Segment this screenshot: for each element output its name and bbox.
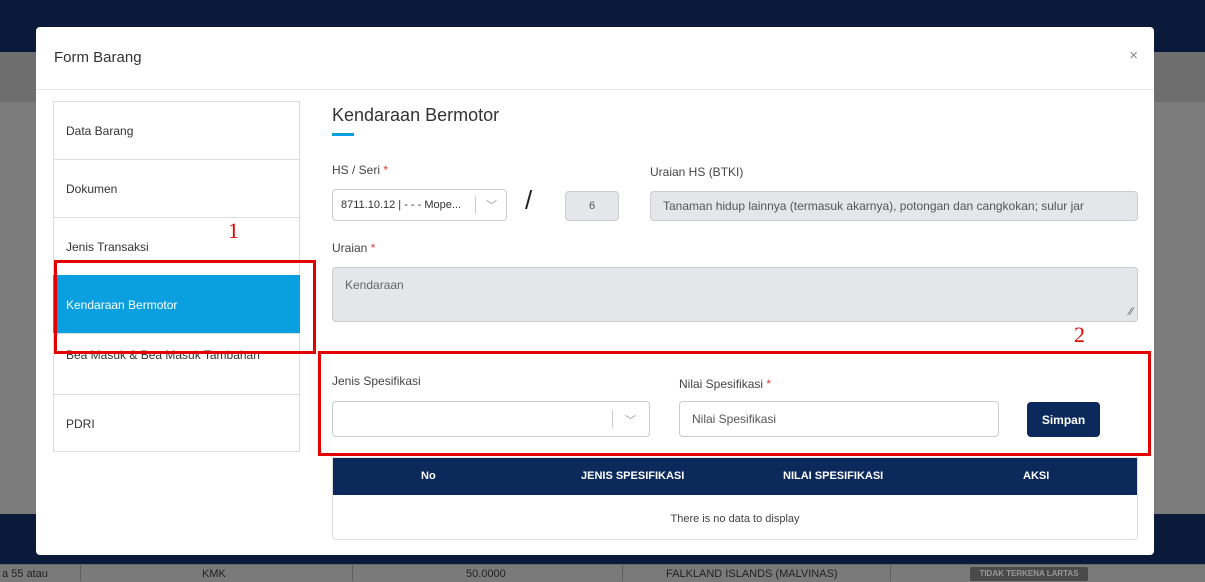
nav-item-label: Data Barang [66,124,134,138]
nav-item-label: Dokumen [66,182,118,196]
table-header: No JENIS SPESIFIKASI NILAI SPESIFIKASI A… [333,458,1137,495]
hs-seri-label-text: HS / Seri [332,163,381,177]
nav-item-data-barang[interactable]: Data Barang [53,101,300,159]
hs-select[interactable]: 8711.10.12 | - - - Mope... ﹀ [332,189,507,221]
modal-title: Form Barang [54,49,142,66]
background-cell: FALKLAND ISLANDS (MALVINAS) [666,568,838,580]
background-cell: 50.0000 [466,568,506,580]
background-separator [352,564,353,581]
chevron-down-icon: ﹀ [625,415,636,427]
select-divider [475,196,476,214]
background-cell: KMK [202,568,226,580]
form-nav: Data Barang Dokumen Jenis Transaksi Kend… [53,101,300,452]
resize-handle-icon[interactable]: ⁄⁄ [1129,306,1133,318]
annotation-number-1: 1 [228,218,239,243]
background-cell: a 55 atau [2,568,48,580]
uraian-textarea[interactable]: Kendaraan ⁄⁄ [332,267,1138,322]
section-title: Kendaraan Bermotor [332,105,500,125]
jenis-spesifikasi-select[interactable]: ﹀ [332,401,650,437]
section-title-underline [332,133,354,136]
hs-separator: / [525,185,533,215]
nav-item-label: Bea Masuk & Bea Masuk Tambahan [66,348,260,362]
required-mark: * [766,377,772,391]
simpan-button[interactable]: Simpan [1027,402,1100,437]
nav-item-pdri[interactable]: PDRI [53,394,300,452]
nilai-spesifikasi-label: Nilai Spesifikasi * [679,377,771,391]
background-separator [80,564,81,581]
background-separator [622,564,623,581]
chevron-down-icon: ﹀ [486,200,497,212]
table-header-no: No [421,470,436,482]
uraian-hs-field: Tanaman hidup lainnya (termasuk akarnya)… [650,191,1138,221]
nilai-spesifikasi-input[interactable] [679,401,999,437]
hs-seri-label: HS / Seri * [332,163,388,177]
nav-item-label: Jenis Transaksi [66,240,149,254]
table-header-nilai-spesifikasi: NILAI SPESIFIKASI [783,470,884,482]
background-status-badge: TIDAK TERKENA LARTAS [970,567,1088,581]
uraian-label-text: Uraian [332,241,368,255]
annotation-number-2: 2 [1074,322,1085,347]
uraian-hs-label: Uraian HS (BTKI) [650,165,744,179]
close-icon[interactable]: × [1129,47,1138,64]
nav-item-label: PDRI [66,417,95,431]
uraian-value: Kendaraan [345,278,404,292]
hs-select-value: 8711.10.12 | - - - Mope... [341,199,462,211]
background-separator [890,564,891,581]
spesifikasi-table: No JENIS SPESIFIKASI NILAI SPESIFIKASI A… [332,457,1138,540]
modal-header: Form Barang × [36,27,1154,90]
nav-item-label: Kendaraan Bermotor [66,298,178,312]
uraian-label: Uraian * [332,241,375,255]
select-divider [612,410,613,428]
table-header-jenis-spesifikasi: JENIS SPESIFIKASI [581,470,685,482]
table-header-aksi: AKSI [1023,470,1050,482]
nav-item-jenis-transaksi[interactable]: Jenis Transaksi [53,217,300,275]
nav-item-kendaraan-bermotor[interactable]: Kendaraan Bermotor [53,275,300,333]
seri-field: 6 [565,191,619,221]
required-mark: * [370,241,376,255]
form-barang-modal: Form Barang × Data Barang Dokumen Jenis … [36,27,1154,555]
nilai-spesifikasi-label-text: Nilai Spesifikasi [679,377,764,391]
required-mark: * [383,163,389,177]
jenis-spesifikasi-label: Jenis Spesifikasi [332,374,421,388]
table-empty-message: There is no data to display [670,513,800,525]
nav-item-dokumen[interactable]: Dokumen [53,159,300,217]
nav-item-bea-masuk[interactable]: Bea Masuk & Bea Masuk Tambahan [53,333,300,394]
